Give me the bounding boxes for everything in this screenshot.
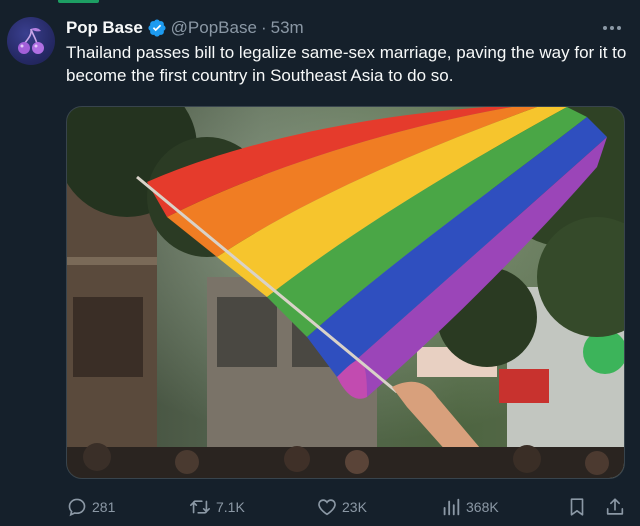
cherry-logo-icon — [18, 27, 44, 54]
display-name[interactable]: Pop Base — [66, 18, 143, 38]
tweet-actions: 281 7.1K 23K 368K — [66, 494, 630, 520]
reply-count: 281 — [92, 499, 116, 515]
analytics-icon — [443, 498, 460, 516]
more-dots-icon — [603, 26, 621, 30]
share-icon — [606, 498, 624, 515]
top-accent-bar — [58, 0, 99, 3]
bookmark-button[interactable] — [566, 494, 588, 520]
tweet-page: Pop Base @PopBase · 53m Thailand passes … — [0, 0, 640, 526]
verified-badge-icon — [148, 19, 166, 37]
tweet-text: Thailand passes bill to legalize same-se… — [66, 43, 627, 85]
more-button[interactable] — [598, 16, 626, 40]
like-count: 23K — [342, 499, 367, 515]
reply-button[interactable]: 281 — [66, 494, 115, 520]
rainbow-flag-photo — [67, 107, 624, 478]
bookmark-icon — [570, 498, 584, 516]
views-button[interactable]: 368K — [440, 494, 499, 520]
share-button[interactable] — [604, 494, 626, 520]
reply-icon — [68, 498, 86, 517]
retweet-button[interactable]: 7.1K — [188, 494, 245, 520]
tweet-header: Pop Base @PopBase · 53m — [66, 17, 304, 39]
view-count: 368K — [466, 499, 499, 515]
avatar[interactable] — [7, 17, 55, 65]
retweet-count: 7.1K — [216, 499, 245, 515]
retweet-icon — [190, 500, 210, 514]
tweet-photo[interactable] — [66, 106, 625, 479]
separator-dot: · — [260, 18, 267, 37]
heart-icon — [318, 499, 336, 516]
like-button[interactable]: 23K — [316, 494, 367, 520]
timestamp[interactable]: 53m — [271, 18, 304, 38]
user-handle[interactable]: @PopBase — [171, 18, 257, 38]
